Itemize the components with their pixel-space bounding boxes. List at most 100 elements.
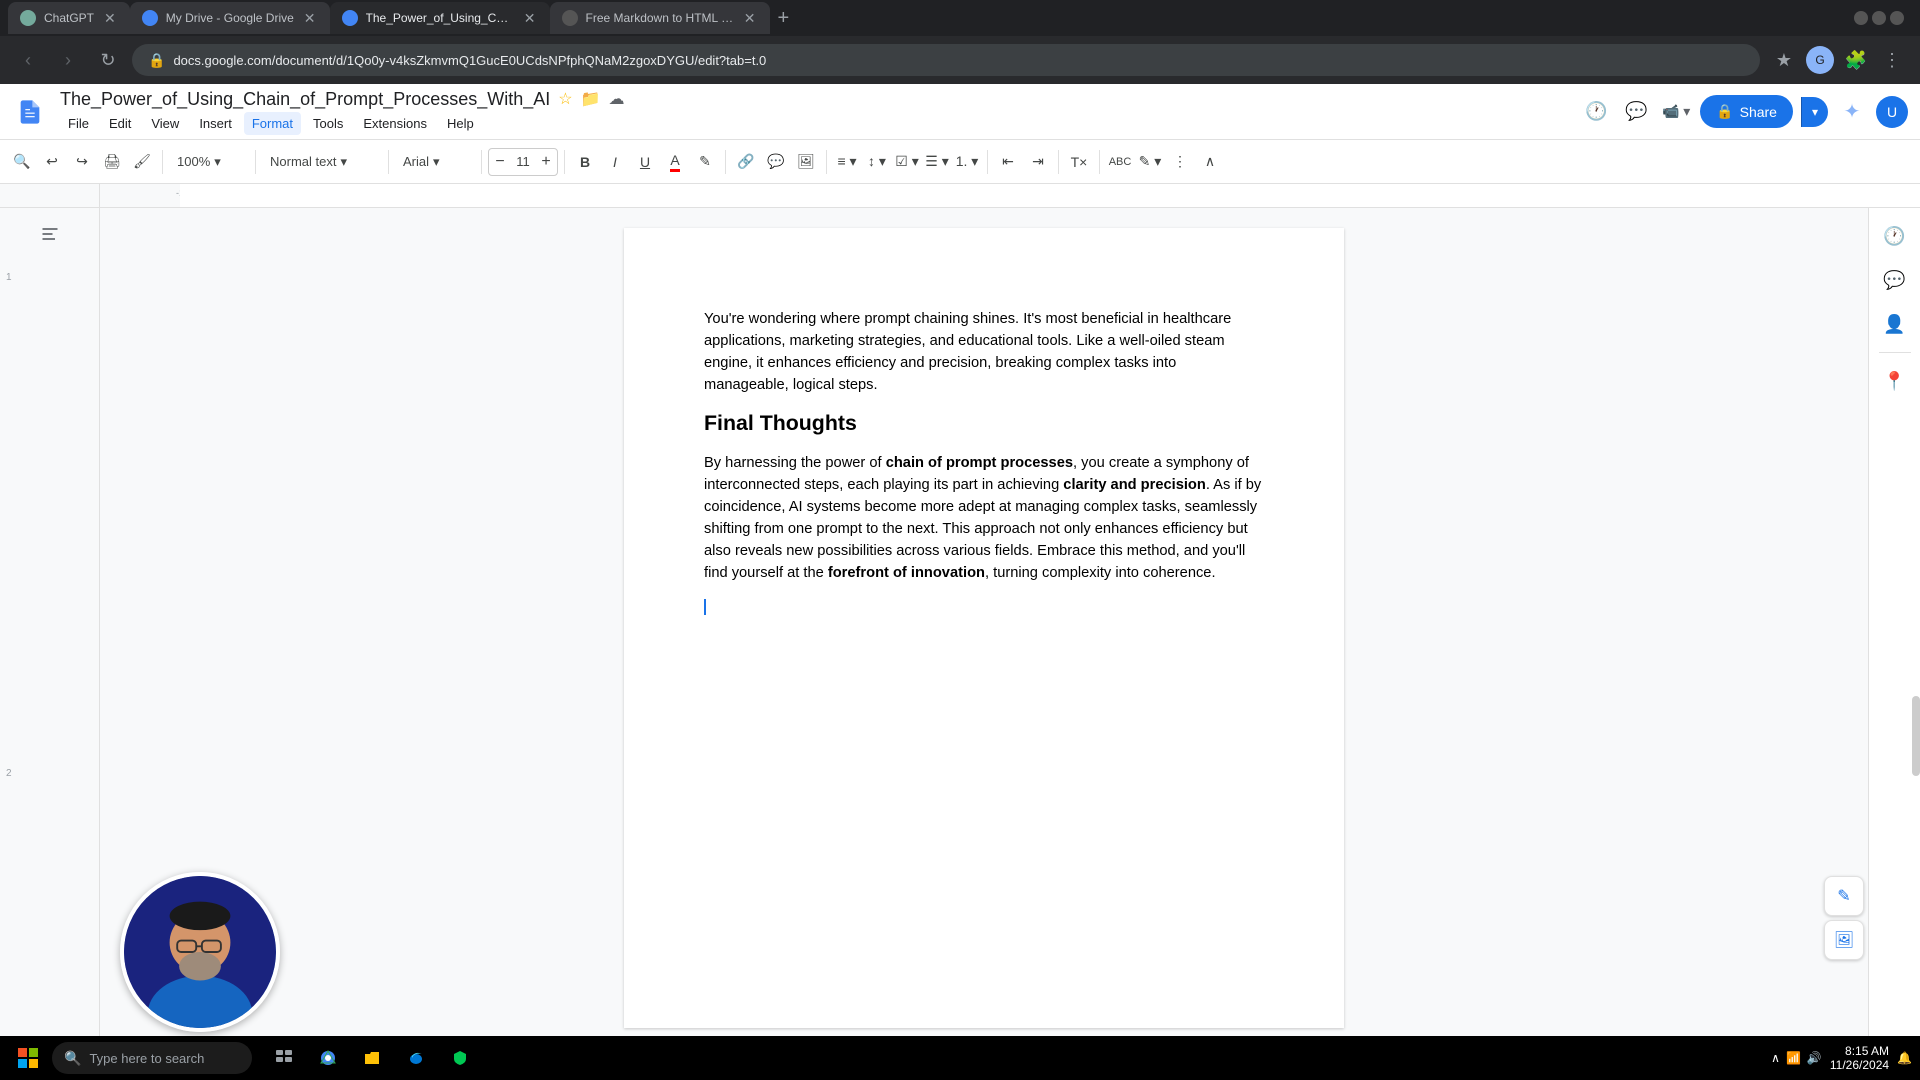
font-dropdown[interactable]: Arial ▾ [395,148,475,176]
browser-actions: ★ G 🧩 ⋮ [1768,44,1908,76]
highlight-button[interactable]: ✎ [691,148,719,176]
tab-markdown-close[interactable]: ✕ [742,8,758,29]
reload-button[interactable]: ↻ [92,44,124,76]
font-size-minus-button[interactable]: − [489,149,511,175]
tab-markdown[interactable]: Free Markdown to HTML Conv ✕ [550,2,770,34]
maximize-button[interactable] [1872,11,1886,25]
start-button[interactable] [8,1038,48,1078]
taskbar-view-button[interactable] [264,1038,304,1078]
right-sidebar-people-button[interactable]: 👤 [1875,304,1915,344]
extensions-button[interactable]: 🧩 [1840,44,1872,76]
font-size-plus-button[interactable]: + [535,149,557,175]
profile-avatar[interactable]: G [1806,46,1834,74]
taskbar-security-button[interactable] [440,1038,480,1078]
docs-filename[interactable]: The_Power_of_Using_Chain_of_Prompt_Proce… [60,89,550,110]
search-toolbar-button[interactable]: 🔍 [8,148,36,176]
forward-button[interactable]: › [52,44,84,76]
doc-content[interactable]: You're wondering where prompt chaining s… [704,308,1264,618]
taskbar-up-icon[interactable]: ∧ [1771,1051,1780,1065]
menu-file[interactable]: File [60,112,97,135]
user-avatar[interactable]: U [1876,96,1908,128]
menu-format[interactable]: Format [244,112,301,135]
comment-toolbar-button[interactable]: 💬 [762,148,790,176]
doc-container[interactable]: You're wondering where prompt chaining s… [100,208,1868,1080]
paint-format-button[interactable]: 🖌 [128,148,156,176]
minimize-button[interactable] [1854,11,1868,25]
close-button[interactable] [1890,11,1904,25]
share-button[interactable]: 🔒 Share [1700,95,1793,128]
address-bar[interactable]: 🔒 docs.google.com/document/d/1Qo0y-v4ksZ… [132,44,1760,76]
new-tab-button[interactable]: + [770,7,798,30]
print-button[interactable]: 🖨 [98,148,126,176]
cloud-save-icon[interactable]: ☁ [609,89,625,109]
notification-button[interactable]: 🔔 [1897,1051,1912,1065]
zoom-dropdown[interactable]: 100% ▾ [169,148,249,176]
outline-button[interactable] [32,216,68,252]
more-menu-button[interactable]: ⋮ [1876,44,1908,76]
bullets-button[interactable]: ☰ ▾ [923,148,951,176]
taskbar-explorer-button[interactable] [352,1038,392,1078]
back-button[interactable]: ‹ [12,44,44,76]
right-sidebar-location-button[interactable]: 📍 [1875,361,1915,401]
comment-button[interactable]: 💬 [1620,96,1652,128]
float-edit-button[interactable]: ✎ [1824,876,1864,916]
right-sidebar-history-button[interactable]: 🕐 [1875,216,1915,256]
tab-gdocs-close[interactable]: ✕ [522,8,538,29]
line-spacing-button[interactable]: ↕ ▾ [863,148,891,176]
menu-tools[interactable]: Tools [305,112,351,135]
undo-button[interactable]: ↩ [38,148,66,176]
volume-icon[interactable]: 🔊 [1807,1051,1822,1065]
cursor-paragraph[interactable] [704,596,1264,618]
taskbar-clock[interactable]: 8:15 AM 11/26/2024 [1830,1044,1889,1072]
collapse-toolbar-button[interactable]: ∧ [1196,148,1224,176]
redo-button[interactable]: ↪ [68,148,96,176]
clear-format-button[interactable]: T× [1065,148,1093,176]
gemini-button[interactable]: ✦ [1836,96,1868,128]
bookmark-button[interactable]: ★ [1768,44,1800,76]
toolbar-divider-8 [987,150,988,174]
align-button[interactable]: ≡ ▾ [833,148,861,176]
tab-gdrive-close[interactable]: ✕ [302,8,318,29]
float-image-button[interactable]: 🖼 [1824,920,1864,960]
underline-button[interactable]: U [631,148,659,176]
spelling-button[interactable]: ABC [1106,148,1134,176]
menu-view[interactable]: View [143,112,187,135]
tab-gdocs[interactable]: The_Power_of_Using_Chain_of_ ✕ [330,2,550,34]
secure-icon: 🔒 [148,52,165,69]
format-options-button[interactable]: ⋮ [1166,148,1194,176]
tab-gdrive[interactable]: My Drive - Google Drive ✕ [130,2,330,34]
meeting-button[interactable]: 📹 ▾ [1660,96,1692,128]
final-thoughts-heading: Final Thoughts [704,408,1264,440]
menu-insert[interactable]: Insert [191,112,240,135]
history-button[interactable]: 🕐 [1580,96,1612,128]
docs-menu: File Edit View Insert Format Tools Exten… [60,112,1568,135]
bold-button[interactable]: B [571,148,599,176]
decrease-indent-button[interactable]: ⇤ [994,148,1022,176]
move-to-drive-icon[interactable]: 📁 [581,89,601,109]
star-icon[interactable]: ☆ [558,89,572,109]
network-icon[interactable]: 📶 [1786,1051,1801,1065]
increase-indent-button[interactable]: ⇥ [1024,148,1052,176]
tab-chatgpt[interactable]: ChatGPT ✕ [8,2,130,34]
right-sidebar-comment-button[interactable]: 💬 [1875,260,1915,300]
image-button[interactable]: 🖼 [792,148,820,176]
text-color-button[interactable]: A [661,148,689,176]
share-chevron-button[interactable]: ▾ [1801,97,1828,127]
italic-button[interactable]: I [601,148,629,176]
taskbar-search[interactable]: 🔍 Type here to search [52,1042,252,1074]
menu-help[interactable]: Help [439,112,482,135]
tab-chatgpt-close[interactable]: ✕ [102,8,118,29]
taskbar-edge-button[interactable] [396,1038,436,1078]
edit-mode-button[interactable]: ✎ ▾ [1136,148,1164,176]
taskbar-chrome-button[interactable] [308,1038,348,1078]
numbered-button[interactable]: 1. ▾ [953,148,981,176]
user-photo [120,872,280,1032]
menu-extensions[interactable]: Extensions [355,112,435,135]
profile-button[interactable]: G [1804,44,1836,76]
link-button[interactable]: 🔗 [732,148,760,176]
style-dropdown[interactable]: Normal text ▾ [262,148,382,176]
menu-edit[interactable]: Edit [101,112,139,135]
ruler-bar: -1 1 2 3 4 5 6 7 [100,184,1920,207]
checklist-button[interactable]: ☑ ▾ [893,148,921,176]
font-size-value[interactable]: 11 [511,154,535,169]
